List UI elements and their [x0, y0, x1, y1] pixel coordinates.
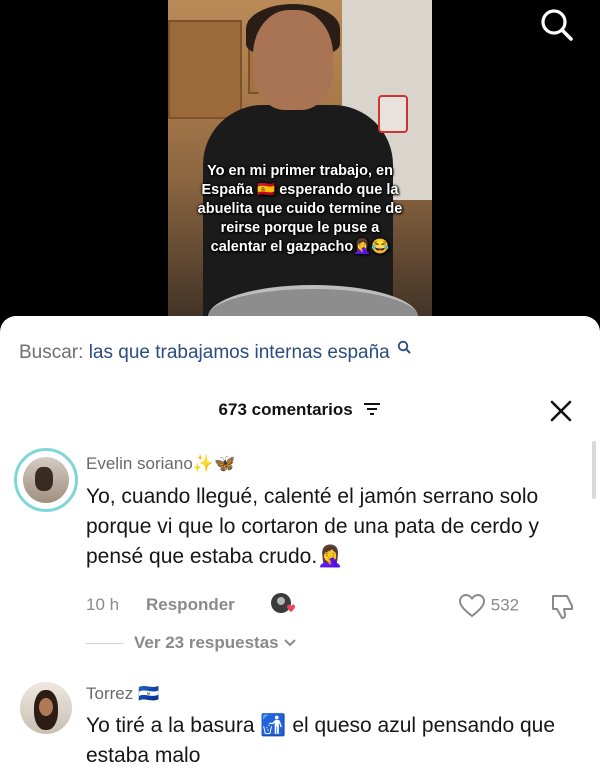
video-wall-alarm: [378, 95, 408, 133]
search-icon[interactable]: [397, 340, 411, 362]
caption-line: Yo en mi primer trabajo, en: [207, 163, 393, 179]
avatar-face: [39, 698, 53, 716]
video-caption: Yo en mi primer trabajo, en España 🇪🇸 es…: [168, 162, 432, 257]
heart-icon[interactable]: [458, 593, 491, 618]
like-button[interactable]: 532: [458, 593, 519, 619]
comment-username[interactable]: Evelin soriano✨🦋: [86, 454, 235, 474]
caption-line: abuelita que cuido termine de: [197, 201, 403, 217]
caption-line: España 🇪🇸 esperando que la: [201, 182, 399, 198]
comments-sheet: Buscar: las que trabajamos internas espa…: [0, 316, 600, 774]
comment-time: 10 h: [86, 595, 120, 614]
scrollbar[interactable]: [592, 441, 596, 499]
creator-liked-avatar: [270, 592, 298, 616]
search-query[interactable]: las que trabajamos internas españa: [89, 342, 390, 363]
caption-line: reirse porque le puse a: [220, 220, 380, 236]
like-count: 532: [490, 595, 520, 615]
search-suggestion[interactable]: Buscar: las que trabajamos internas espa…: [19, 340, 411, 364]
search-label: Buscar:: [19, 342, 84, 363]
avatar[interactable]: [20, 682, 72, 734]
dislike-icon[interactable]: [550, 592, 576, 625]
chevron-down-icon: [283, 635, 297, 652]
avatar-figure: [35, 467, 53, 491]
video-cabinet: [168, 20, 242, 119]
comment-text: Yo tiré a la basura 🚮 el queso azul pens…: [86, 714, 556, 767]
close-icon[interactable]: [548, 398, 574, 424]
video-person-head: [253, 10, 333, 110]
comments-count-header: 673 comentarios: [0, 400, 600, 421]
reply-button[interactable]: Responder: [146, 595, 235, 615]
caption-line: calentar el gazpacho🤦‍♀️😂: [210, 239, 390, 255]
comment-username[interactable]: Torrez 🇸🇻: [86, 684, 159, 704]
search-icon[interactable]: [540, 8, 574, 42]
filter-icon[interactable]: [363, 401, 381, 421]
view-replies-label: Ver 23 respuestas: [134, 633, 279, 652]
avatar[interactable]: [14, 448, 78, 512]
divider: [86, 643, 124, 644]
video-area[interactable]: Yo en mi primer trabajo, en España 🇪🇸 es…: [0, 0, 600, 330]
comment-text: Yo, cuando llegué, calenté el jamón serr…: [86, 485, 539, 568]
comments-count: 673 comentarios: [218, 400, 353, 419]
view-replies-button[interactable]: Ver 23 respuestas: [134, 633, 297, 653]
